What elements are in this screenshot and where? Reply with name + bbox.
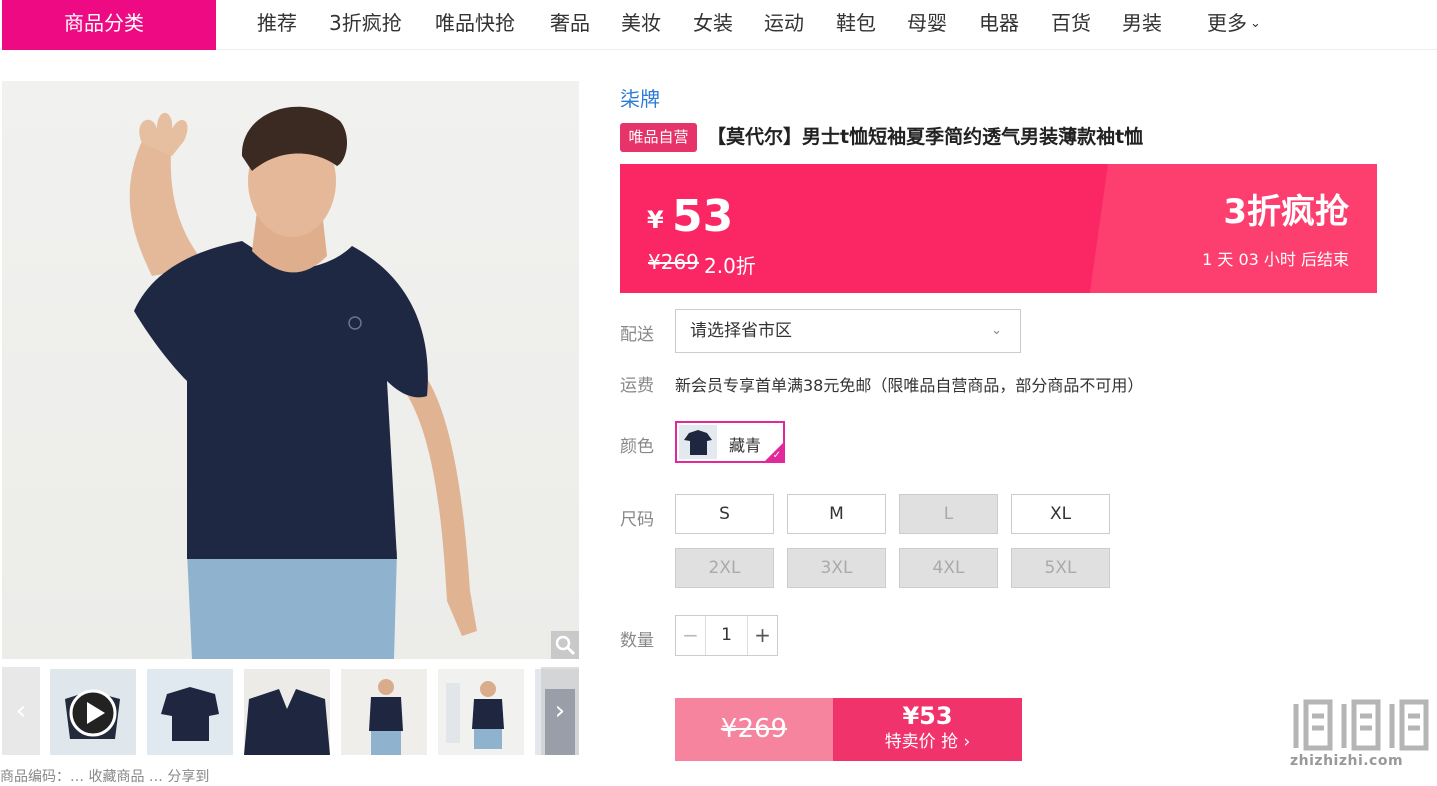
zoom-icon[interactable] <box>551 631 579 659</box>
promo-label: 3折疯抢 <box>1223 192 1349 232</box>
countdown-timer: 1 天 03 小时 后结束 <box>1202 250 1349 269</box>
model-illustration <box>129 106 477 659</box>
nav-item-women[interactable]: 女装 <box>693 9 733 37</box>
nav-item-recommend[interactable]: 推荐 <box>257 9 297 37</box>
nav-item-quick-buy[interactable]: 唯品快抢 <box>435 9 515 37</box>
category-button[interactable]: 商品分类 <box>2 0 216 50</box>
watermark-logo-icon <box>1293 699 1429 751</box>
product-meta-strip: 商品编码：… 收藏商品 … 分享到 <box>0 769 210 785</box>
size-option-l: L <box>899 494 998 534</box>
watermark-text: zhizhizhi.com <box>1290 753 1404 769</box>
main-product-image[interactable] <box>2 81 579 659</box>
currency-symbol: ¥ <box>647 206 664 234</box>
quantity-increase-button[interactable]: + <box>747 616 777 655</box>
thumbnail-image[interactable] <box>438 669 524 755</box>
size-option-s[interactable]: S <box>675 494 774 534</box>
nav-item-luxury[interactable]: 奢品 <box>550 9 590 37</box>
site-watermark: zhizhizhi.com <box>1288 696 1433 778</box>
price-banner: ¥ 53 ¥269 2.0折 3折疯抢 1 天 03 小时 后结束 <box>620 164 1377 293</box>
brand-link[interactable]: 柒牌 <box>620 83 660 112</box>
nav-item-men[interactable]: 男装 <box>1122 9 1162 37</box>
shipping-label: 运费 <box>620 376 654 396</box>
thumbnail-strip: ‹ › <box>2 667 579 757</box>
color-option-selected[interactable]: 藏青 ✓ <box>675 421 785 463</box>
delivery-region-select[interactable]: 请选择省市区 ⌄ <box>675 309 1021 353</box>
size-option-3xl: 3XL <box>787 548 886 588</box>
quantity-value[interactable]: 1 <box>706 616 747 655</box>
chevron-down-icon: ⌄ <box>1250 16 1261 31</box>
check-icon: ✓ <box>772 450 781 461</box>
top-navigation: 商品分类 推荐 3折疯抢 唯品快抢 奢品 美妆 女装 运动 鞋包 母婴 电器 百… <box>0 0 1437 50</box>
nav-item-flash-sale[interactable]: 3折疯抢 <box>329 9 402 37</box>
color-thumbnail <box>679 425 717 459</box>
more-label: 更多 <box>1207 11 1247 35</box>
buy-now-button[interactable]: ¥53 特卖价 抢 › <box>833 698 1022 761</box>
quantity-decrease-button[interactable]: − <box>676 616 706 655</box>
product-title: 【莫代尔】男士t恤短袖夏季简约透气男装薄款袖t恤 <box>707 126 1144 148</box>
size-option-m[interactable]: M <box>787 494 886 534</box>
size-option-4xl: 4XL <box>899 548 998 588</box>
shipping-info: 新会员专享首单满38元免邮（限唯品自营商品，部分商品不可用） <box>675 376 1144 395</box>
thumbnail-image[interactable] <box>244 669 330 755</box>
thumbnail-image[interactable] <box>341 669 427 755</box>
nav-item-baby[interactable]: 母婴 <box>907 9 947 37</box>
quantity-stepper: − 1 + <box>675 615 778 656</box>
size-option-5xl: 5XL <box>1011 548 1110 588</box>
original-price: ¥269 <box>648 250 699 274</box>
color-option-label: 藏青 <box>729 436 762 455</box>
chevron-down-icon: ⌄ <box>991 323 1002 338</box>
color-label: 颜色 <box>620 437 654 457</box>
buy-price: ¥53 <box>902 702 953 730</box>
nav-item-sports[interactable]: 运动 <box>764 9 804 37</box>
self-operated-badge: 唯品自营 <box>620 123 697 152</box>
nav-item-more[interactable]: 更多 ⌄ <box>1207 9 1261 41</box>
discount-rate: 2.0折 <box>704 254 756 278</box>
nav-item-electronics[interactable]: 电器 <box>979 9 1019 37</box>
quantity-label: 数量 <box>620 631 654 651</box>
delivery-placeholder: 请选择省市区 <box>690 321 792 341</box>
delivery-label: 配送 <box>620 325 654 345</box>
size-option-xl[interactable]: XL <box>1011 494 1110 534</box>
buy-action-label: 特卖价 抢 › <box>884 732 971 752</box>
current-price: 53 <box>672 191 734 242</box>
nav-item-beauty[interactable]: 美妆 <box>621 9 661 37</box>
nav-item-shoes-bags[interactable]: 鞋包 <box>836 9 876 37</box>
thumbnail-video[interactable] <box>50 669 136 755</box>
thumb-prev-arrow[interactable]: ‹ <box>2 667 40 755</box>
nav-item-general[interactable]: 百货 <box>1051 9 1091 37</box>
thumb-next-arrow[interactable]: › <box>541 667 579 755</box>
size-option-2xl: 2XL <box>675 548 774 588</box>
size-label: 尺码 <box>620 510 654 530</box>
thumbnail-image[interactable] <box>147 669 233 755</box>
original-price-button[interactable]: ¥269 <box>675 698 833 761</box>
